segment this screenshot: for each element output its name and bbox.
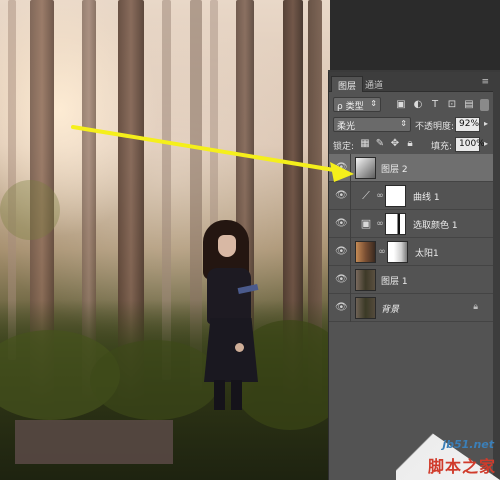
- divider: [350, 238, 351, 266]
- fill-input[interactable]: 100%: [455, 137, 485, 152]
- undergrowth: [0, 180, 60, 240]
- type-filter-icon[interactable]: T: [429, 99, 441, 111]
- watermark-site-name: 脚本之家: [427, 457, 496, 476]
- girl-legs: [214, 380, 242, 410]
- layer-row[interactable]: 👁︎ 图层 2: [329, 154, 494, 182]
- divider: [350, 182, 351, 210]
- lock-label: 锁定:: [333, 142, 355, 152]
- opacity-slider-arrow-icon[interactable]: ▸: [480, 118, 492, 130]
- divider: [350, 266, 351, 294]
- layer-name: 曲线 1: [413, 193, 440, 203]
- eye-icon[interactable]: 👁︎: [335, 190, 348, 202]
- layer-thumbnail: [355, 269, 376, 291]
- watermark-url: jb51.net: [442, 438, 494, 451]
- layer-name: 太阳1: [415, 249, 439, 259]
- blend-row: 柔光 ⇕ 不透明度: 92% ▸: [329, 114, 494, 136]
- lock-transparent-icon[interactable]: ▦: [359, 138, 371, 150]
- adjustment-filter-icon[interactable]: ◐: [412, 99, 424, 111]
- layer-row[interactable]: 👁︎ 图层 1: [329, 266, 494, 294]
- curves-adjustment-icon: ⟋: [362, 189, 370, 202]
- layer-name: 图层 2: [381, 165, 408, 175]
- smart-object-filter-icon[interactable]: ▤: [463, 99, 475, 111]
- undergrowth: [90, 340, 220, 420]
- fill-slider-arrow-icon[interactable]: ▸: [480, 138, 492, 150]
- girl-face: [218, 235, 236, 257]
- document-canvas[interactable]: [0, 0, 330, 480]
- chevron-down-icon: ⇕: [400, 119, 407, 128]
- layer-thumbnail: [355, 241, 376, 263]
- layer-thumbnail: [355, 157, 376, 179]
- link-chain-icon[interactable]: ∞: [376, 218, 384, 230]
- layer-row[interactable]: 👁︎ 背景 🔒︎: [329, 294, 494, 322]
- filter-toggle-switch[interactable]: [480, 99, 489, 111]
- lock-row: 锁定: ▦ ✎ ✥ 🔒︎ 填充: 100% ▸: [329, 134, 494, 156]
- shape-filter-icon[interactable]: ⊡: [446, 99, 458, 111]
- layers-list: 👁︎ 图层 2 👁︎ ⟋ ∞ 曲线 1 👁︎ ▣ ∞ 选取颜色 1 👁︎ ∞ 太…: [329, 154, 494, 322]
- panel-menu-icon[interactable]: ≡: [481, 77, 489, 87]
- layer-mask-thumbnail[interactable]: [387, 241, 408, 263]
- eye-icon[interactable]: 👁︎: [335, 246, 348, 258]
- girl-uniform-top: [207, 268, 251, 324]
- image-filter-icon[interactable]: ▣: [395, 99, 407, 111]
- layer-mask-thumbnail[interactable]: [385, 185, 406, 207]
- divider: [350, 294, 351, 322]
- layer-mask-thumbnail[interactable]: [385, 213, 406, 235]
- tab-channels[interactable]: 通道: [359, 76, 389, 92]
- panel-tabs: 图层 通道 ≡: [329, 72, 493, 92]
- layer-name: 背景: [381, 305, 400, 315]
- layer-row[interactable]: 👁︎ ⟋ ∞ 曲线 1: [329, 182, 494, 210]
- layer-name: 图层 1: [381, 277, 408, 287]
- eye-icon[interactable]: 👁︎: [335, 218, 348, 230]
- link-chain-icon[interactable]: ∞: [376, 190, 384, 202]
- lock-paint-icon[interactable]: ✎: [374, 138, 386, 150]
- filter-kind-dropdown[interactable]: ρ 类型 ⇕: [333, 97, 381, 112]
- selective-color-adjustment-icon: ▣: [360, 217, 372, 230]
- blend-mode-dropdown[interactable]: 柔光 ⇕: [333, 117, 411, 132]
- filter-row: ρ 类型 ⇕ ▣ ◐ T ⊡ ▤: [329, 94, 494, 116]
- layer-thumbnail: [355, 297, 376, 319]
- link-chain-icon[interactable]: ∞: [378, 246, 386, 258]
- eye-icon[interactable]: 👁︎: [335, 302, 348, 314]
- layer-name: 选取颜色 1: [413, 221, 458, 231]
- layer-row[interactable]: 👁︎ ▣ ∞ 选取颜色 1: [329, 210, 494, 238]
- girl-skirt: [204, 318, 258, 382]
- divider: [350, 210, 351, 238]
- chevron-down-icon: ⇕: [370, 99, 377, 108]
- layer-row[interactable]: 👁︎ ∞ 太阳1: [329, 238, 494, 266]
- divider: [350, 154, 351, 182]
- opacity-label: 不透明度:: [415, 122, 455, 132]
- eye-icon[interactable]: 👁︎: [335, 162, 348, 174]
- lock-icon: 🔒︎: [473, 302, 478, 312]
- caption-overlay-box: [15, 420, 173, 464]
- lock-move-icon[interactable]: ✥: [389, 138, 401, 150]
- eye-icon[interactable]: 👁︎: [335, 274, 348, 286]
- fill-label: 填充:: [431, 142, 453, 152]
- filter-kind-label: ρ 类型: [337, 102, 364, 112]
- opacity-input[interactable]: 92%: [455, 117, 480, 132]
- girl-hand: [235, 343, 244, 352]
- lock-all-icon[interactable]: 🔒︎: [404, 138, 416, 150]
- blend-mode-value: 柔光: [337, 122, 356, 132]
